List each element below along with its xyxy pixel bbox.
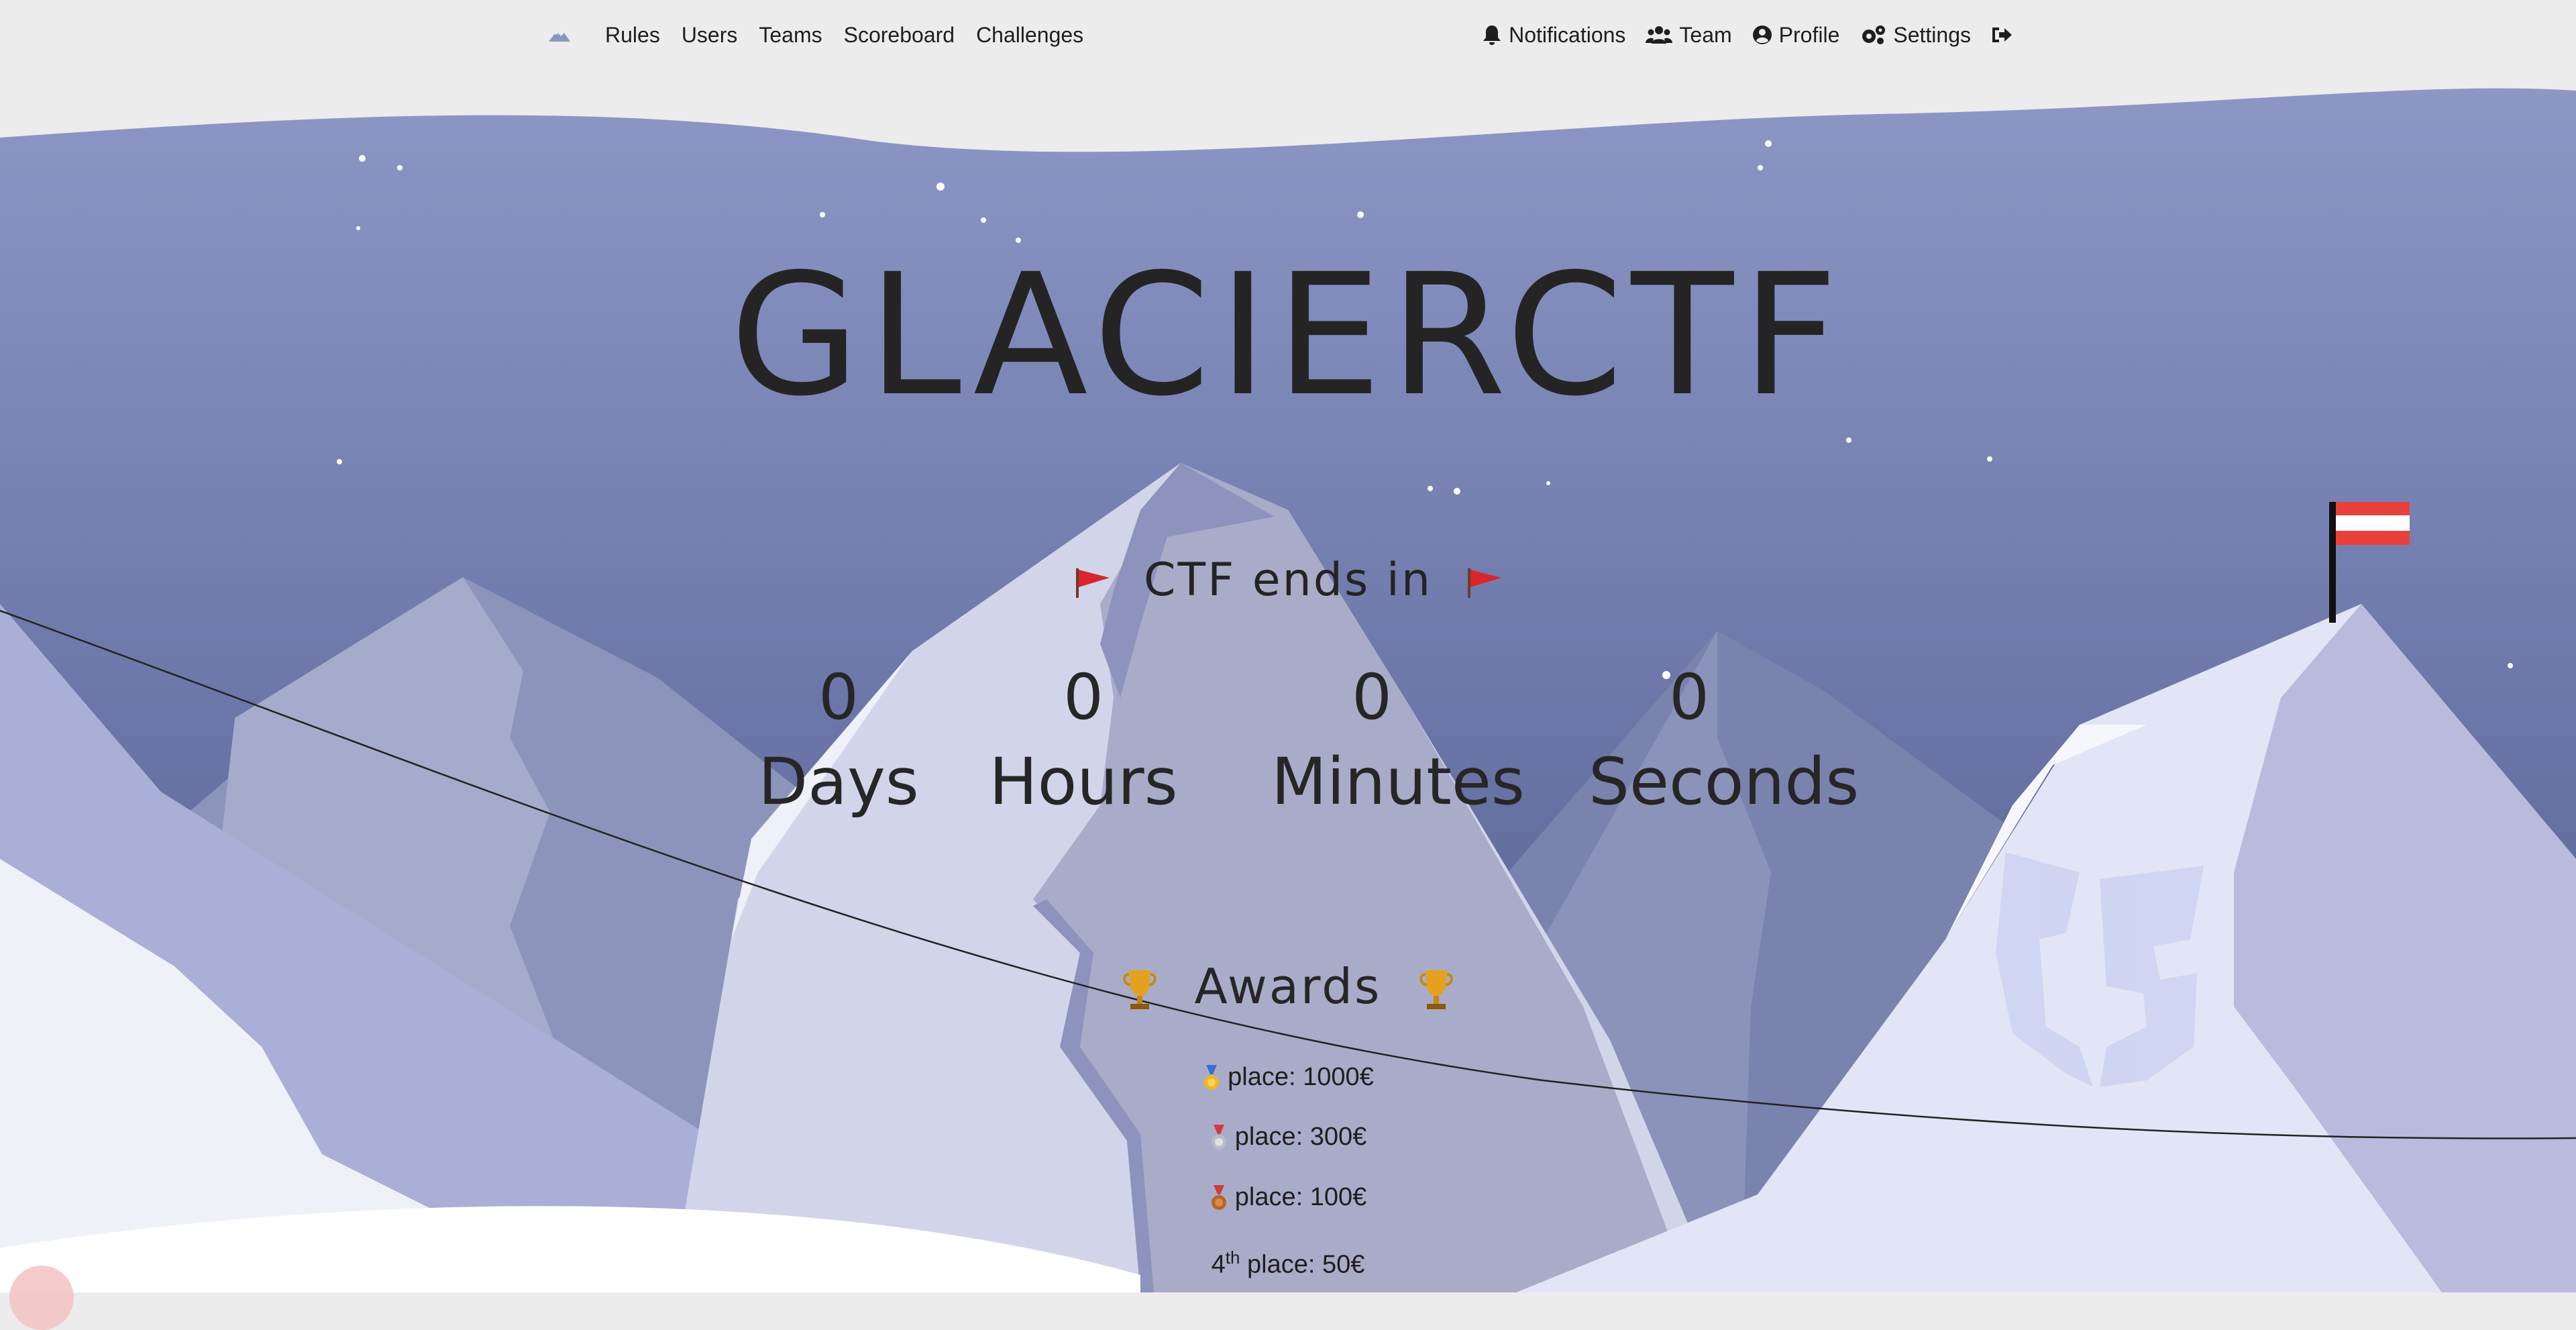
hours-value: 0 [1063, 661, 1104, 734]
countdown-days: 0 Days [738, 661, 939, 829]
days-label: Days [758, 744, 919, 819]
award-second: place: 300€ [0, 1120, 2576, 1154]
awards-heading-label: Awards [1194, 958, 1382, 1015]
minutes-value: 0 [1352, 661, 1392, 734]
nav-notifications[interactable]: Notifications [1482, 21, 1625, 48]
nav-settings[interactable]: Settings [1860, 21, 1971, 48]
award-first: place: 1000€ [0, 1060, 2576, 1094]
seconds-label: Seconds [1589, 744, 1860, 819]
users-icon [1646, 26, 1673, 44]
floating-corner-button[interactable] [9, 1266, 74, 1330]
nav-team-label: Team [1679, 23, 1732, 47]
nav-team[interactable]: Team [1646, 21, 1732, 48]
nav-rules[interactable]: Rules [605, 21, 660, 48]
page-title: GLACIERCTF [730, 238, 1846, 433]
awards-heading: Awards [0, 953, 2576, 1020]
nav-profile-label: Profile [1778, 23, 1840, 47]
countdown-heading-label: CTF ends in [1144, 554, 1432, 607]
award-fourth: 4th place: 50€ [0, 1241, 2576, 1282]
bronze-medal-icon [1211, 1184, 1226, 1210]
gears-icon [1862, 25, 1886, 44]
award-second-label: place: 300€ [1234, 1123, 1367, 1151]
hours-label: Hours [989, 744, 1178, 819]
nav-challenges[interactable]: Challenges [976, 21, 1083, 48]
minutes-label: Minutes [1271, 744, 1525, 819]
award-fourth-number: 4 [1211, 1250, 1226, 1279]
award-fourth-suffix: th [1225, 1247, 1240, 1268]
main-content: GLACIERCTF CTF ends in 0 Days 0 Hours 0 … [0, 0, 2576, 1292]
trophy-icon [1122, 970, 1157, 1010]
nav-settings-label: Settings [1893, 23, 1971, 47]
red-flag-icon [1076, 568, 1110, 599]
user-circle-icon [1752, 25, 1772, 44]
nav-profile[interactable]: Profile [1752, 21, 1840, 48]
mountain-logo-icon[interactable] [547, 23, 572, 47]
trophy-icon [1419, 970, 1454, 1010]
nav-scoreboard[interactable]: Scoreboard [844, 21, 955, 48]
gold-medal-icon [1204, 1064, 1220, 1090]
bell-icon [1483, 25, 1501, 45]
award-third-label: place: 100€ [1234, 1183, 1367, 1211]
countdown-heading: CTF ends in [0, 550, 2576, 611]
days-value: 0 [818, 661, 859, 734]
logout-button[interactable] [1991, 25, 2019, 45]
seconds-value: 0 [1669, 661, 1709, 734]
nav-right: Notifications Team Profile Settings [1462, 21, 2019, 48]
nav-teams[interactable]: Teams [759, 21, 822, 48]
sign-out-icon [1992, 28, 2012, 42]
nav-left: Rules Users Teams Scoreboard Challenges [547, 21, 1105, 48]
silver-medal-icon [1211, 1124, 1226, 1149]
award-first-label: place: 1000€ [1228, 1063, 1374, 1091]
nav-notifications-label: Notifications [1509, 23, 1626, 47]
top-navbar: Rules Users Teams Scoreboard Challenges … [0, 0, 2576, 70]
countdown-seconds: 0 Seconds [1589, 661, 1860, 829]
countdown-hours: 0 Hours [983, 661, 1184, 829]
award-fourth-label: place: 50€ [1247, 1250, 1365, 1279]
nav-users[interactable]: Users [682, 21, 738, 48]
countdown-minutes: 0 Minutes [1271, 661, 1525, 829]
red-flag-icon [1467, 568, 1501, 599]
award-third: place: 100€ [0, 1180, 2576, 1214]
